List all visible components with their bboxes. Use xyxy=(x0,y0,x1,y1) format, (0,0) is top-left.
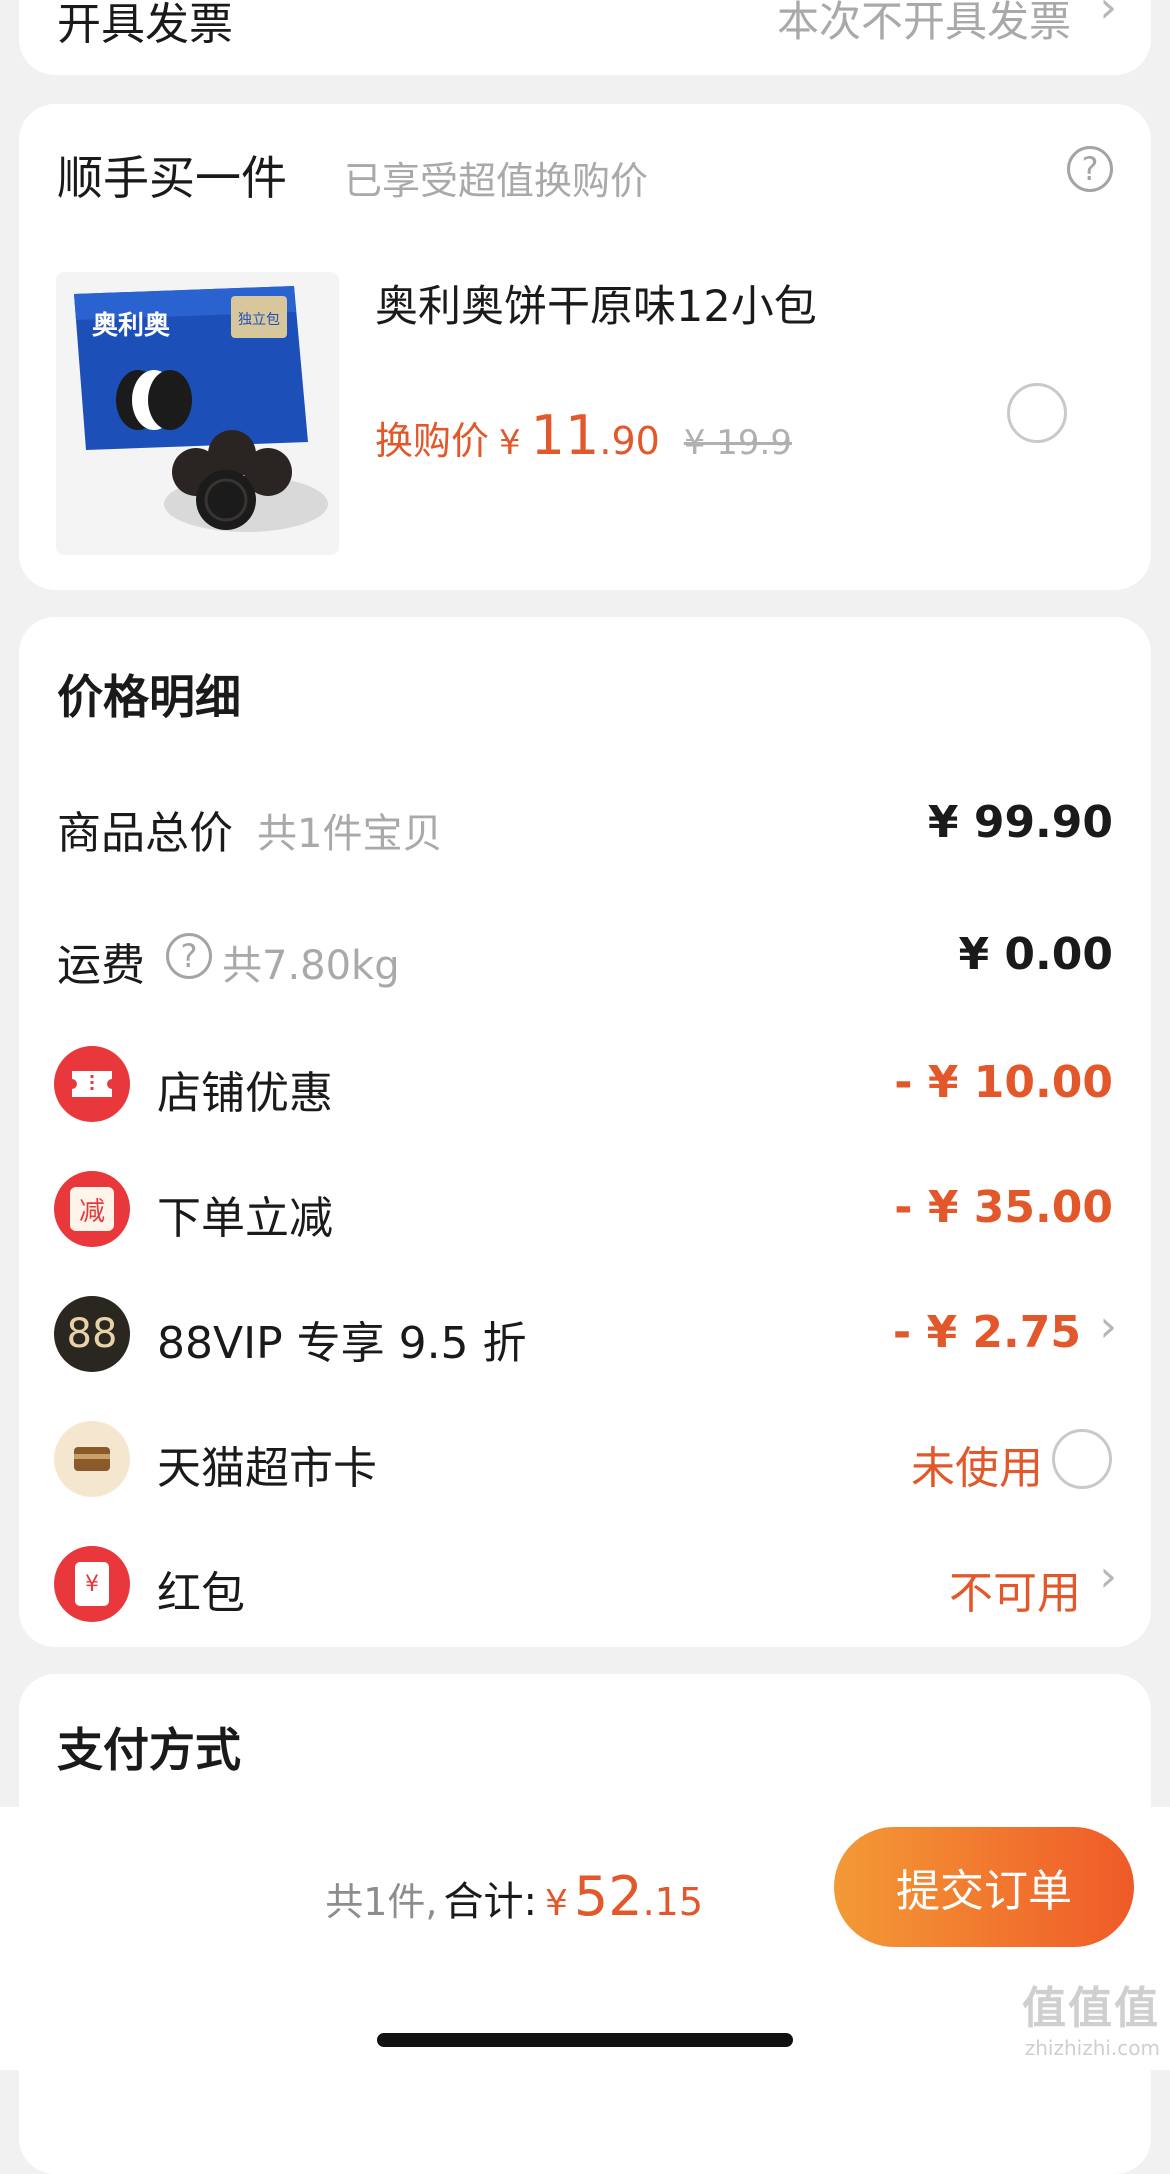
shipping-weight: 共7.80kg xyxy=(222,943,400,989)
red-packet-icon: ¥ xyxy=(54,1546,130,1622)
oreo-pack-image: 独立包 奥利奥 xyxy=(56,272,339,555)
product-thumbnail[interactable]: 独立包 奥利奥 xyxy=(56,272,339,555)
item-count: 共1件, xyxy=(325,1880,438,1924)
price-detail-title: 价格明细 xyxy=(57,670,241,724)
order-discount-value: - ¥ 35.00 xyxy=(894,1182,1113,1233)
chevron-right-icon[interactable]: › xyxy=(1099,1301,1117,1352)
price-detail-card: 价格明细 商品总价 共1件宝贝 ¥ 99.90 运费 ? 共7.80kg ¥ 0… xyxy=(19,617,1151,1647)
discount-icon: 减 xyxy=(54,1171,130,1247)
total-integer: 52 xyxy=(573,1865,643,1928)
goods-total-value: ¥ 99.90 xyxy=(927,797,1113,848)
help-icon[interactable]: ? xyxy=(166,933,212,979)
total-currency: ¥ xyxy=(544,1883,568,1924)
total-decimal: .15 xyxy=(642,1880,703,1924)
invoice-label: 开具发票 xyxy=(57,0,233,50)
supermarket-card-status: 未使用 xyxy=(911,1443,1043,1494)
vip88-icon: 88 xyxy=(54,1296,130,1372)
svg-text:奥利奥: 奥利奥 xyxy=(92,310,171,341)
store-discount-label: 店铺优惠 xyxy=(157,1068,333,1119)
watermark: 值值值 zhizhizhi.com xyxy=(1022,1983,1160,2060)
store-discount-value: - ¥ 10.00 xyxy=(894,1057,1113,1108)
addon-price: 换购价 ¥ 11 .90 ¥ 19.9 xyxy=(375,404,792,467)
red-packet-label: 红包 xyxy=(157,1568,245,1619)
invoice-value[interactable]: 本次不开具发票 xyxy=(777,0,1071,49)
submit-order-button[interactable]: 提交订单 xyxy=(834,1827,1134,1947)
card-icon xyxy=(54,1421,130,1497)
shipping-label: 运费 xyxy=(57,940,145,991)
svg-text:独立包: 独立包 xyxy=(238,312,280,328)
bottom-bar: 共1件, 合计: ¥ 52 .15 提交订单 值值值 zhizhizhi.com xyxy=(0,1807,1170,2070)
price-currency: ¥ xyxy=(499,423,521,463)
goods-total-label: 商品总价 xyxy=(57,808,233,859)
invoice-card[interactable]: 开具发票 本次不开具发票 › xyxy=(19,0,1151,75)
addon-subtitle: 已享受超值换购价 xyxy=(344,159,649,203)
supermarket-card-radio[interactable] xyxy=(1052,1429,1112,1489)
help-icon[interactable]: ? xyxy=(1067,146,1113,192)
vip-discount-label: 88VIP 专享 9.5 折 xyxy=(157,1318,527,1369)
order-total: 共1件, 合计: ¥ 52 .15 xyxy=(325,1865,703,1928)
chevron-right-icon[interactable]: › xyxy=(1099,1551,1117,1602)
supermarket-card-label: 天猫超市卡 xyxy=(157,1443,377,1494)
price-decimal: .90 xyxy=(599,419,660,463)
home-indicator[interactable] xyxy=(377,2033,793,2047)
ticket-icon xyxy=(54,1046,130,1122)
addon-card: 顺手买一件 已享受超值换购价 ? 独立包 奥利奥 奥利奥饼干原味12小包 换购价… xyxy=(19,104,1151,590)
order-discount-label: 下单立减 xyxy=(157,1193,333,1244)
original-price: ¥ 19.9 xyxy=(683,423,792,463)
addon-select-radio[interactable] xyxy=(1007,383,1067,443)
addon-title: 顺手买一件 xyxy=(57,151,287,205)
red-packet-status[interactable]: 不可用 xyxy=(949,1557,1081,1621)
shipping-value: ¥ 0.00 xyxy=(958,929,1114,980)
goods-count: 共1件宝贝 xyxy=(257,811,443,857)
price-integer: 11 xyxy=(530,404,600,467)
vip-discount-value[interactable]: - ¥ 2.75 xyxy=(893,1307,1081,1358)
product-name[interactable]: 奥利奥饼干原味12小包 xyxy=(375,272,817,334)
price-label: 换购价 xyxy=(375,419,490,463)
chevron-right-icon[interactable]: › xyxy=(1099,0,1117,33)
payment-title: 支付方式 xyxy=(57,1723,241,1777)
total-label: 合计: xyxy=(443,1879,537,1925)
